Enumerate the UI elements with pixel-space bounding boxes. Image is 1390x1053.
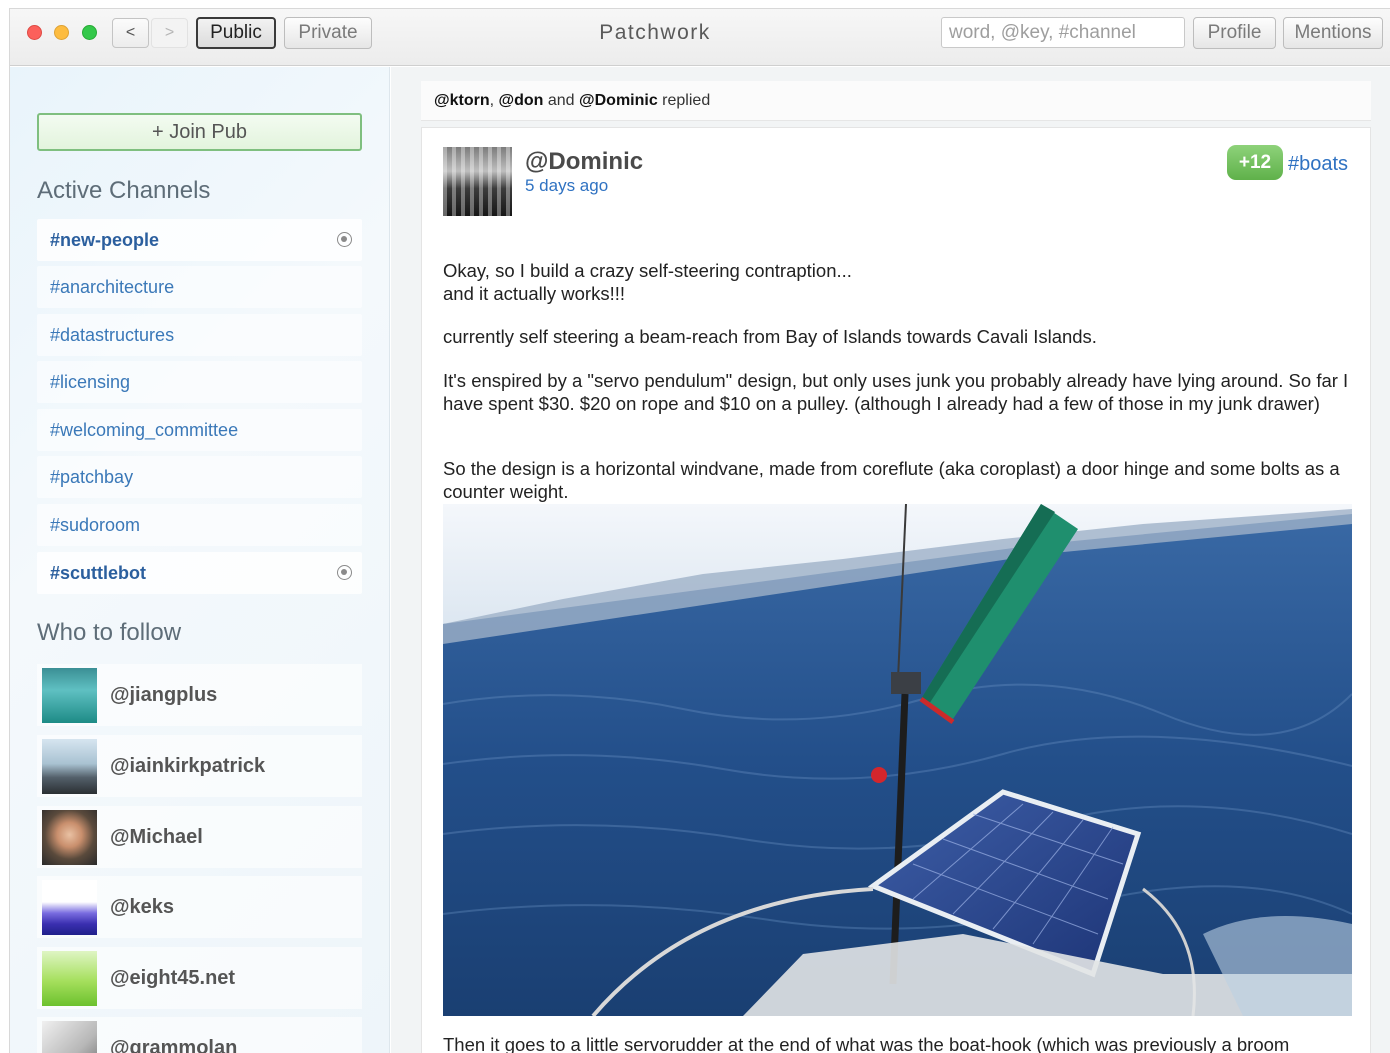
post-photo[interactable]: [443, 504, 1352, 1016]
post-paragraph: It's enspired by a "servo pendulum" desi…: [443, 370, 1349, 414]
sidebar-channel-datastructures[interactable]: #datastructures: [37, 314, 362, 356]
avatar[interactable]: [42, 810, 97, 865]
channel-label: #new-people: [50, 230, 160, 250]
channel-label: #anarchitecture: [50, 277, 175, 297]
follow-suggestion[interactable]: @iainkirkpatrick: [37, 735, 362, 797]
post-channel-link[interactable]: #boats: [1288, 153, 1348, 176]
post-line: and it actually works!!!: [443, 283, 625, 304]
avatar[interactable]: [42, 951, 97, 1006]
follow-suggestion[interactable]: @eight45.net: [37, 947, 362, 1009]
follow-name[interactable]: @keks: [110, 876, 174, 938]
maximize-window-button[interactable]: [82, 25, 97, 40]
sidebar-channel-anarchitecture[interactable]: #anarchitecture: [37, 266, 362, 308]
follow-name[interactable]: @Michael: [110, 806, 203, 868]
channel-label: #datastructures: [50, 325, 175, 345]
sidebar-channel-scuttlebot[interactable]: #scuttlebot: [37, 552, 362, 594]
notice-user[interactable]: @Dominic: [579, 92, 658, 109]
vote-count-badge[interactable]: +12: [1227, 145, 1283, 180]
profile-button[interactable]: Profile: [1193, 17, 1276, 49]
post-author[interactable]: @Dominic: [525, 148, 643, 176]
follow-name[interactable]: @jiangplus: [110, 664, 217, 726]
post-paragraph: So the design is a horizontal windvane, …: [443, 458, 1340, 502]
search-input[interactable]: [941, 17, 1185, 48]
sidebar-channel-welcoming-committee[interactable]: #welcoming_committee: [37, 409, 362, 451]
feed: @ktorn, @don and @Dominic replied @Domin…: [391, 67, 1390, 1053]
sidebar-channel-sudoroom[interactable]: #sudoroom: [37, 504, 362, 546]
minimize-window-button[interactable]: [54, 25, 69, 40]
sidebar: + Join Pub Active Channels #new-people #…: [10, 67, 390, 1053]
channel-label: #patchbay: [50, 467, 134, 487]
notice-user[interactable]: @don: [499, 92, 544, 109]
join-pub-button[interactable]: + Join Pub: [37, 113, 362, 151]
app-title: Patchwork: [599, 21, 711, 44]
follow-suggestion[interactable]: @grammolan: [37, 1017, 362, 1053]
sidebar-channel-patchbay[interactable]: #patchbay: [37, 456, 362, 498]
pinned-radio-icon[interactable]: [337, 565, 352, 580]
notice-user[interactable]: @ktorn: [434, 92, 490, 109]
channel-label: #licensing: [50, 372, 131, 392]
author-avatar[interactable]: [443, 147, 512, 216]
post-card: @Dominic 5 days ago +12 #boats Okay, so …: [421, 127, 1371, 1053]
app-window: < > Public Private Patchwork Profile Men…: [9, 8, 1390, 1053]
sidebar-channel-new-people[interactable]: #new-people: [37, 219, 362, 261]
toolbar: < > Public Private Patchwork Profile Men…: [10, 9, 1390, 66]
notice-separator: ,: [489, 92, 499, 109]
follow-name[interactable]: @iainkirkpatrick: [110, 735, 265, 797]
who-to-follow-title: Who to follow: [37, 619, 182, 646]
avatar[interactable]: [42, 668, 97, 723]
reply-notice[interactable]: @ktorn, @don and @Dominic replied: [421, 81, 1371, 121]
follow-suggestion[interactable]: @jiangplus: [37, 664, 362, 726]
private-tab-button[interactable]: Private: [284, 17, 372, 49]
post-paragraph: Okay, so I build a crazy self-steering c…: [443, 259, 1353, 305]
avatar[interactable]: [42, 1021, 97, 1053]
sidebar-channel-licensing[interactable]: #licensing: [37, 361, 362, 403]
close-window-button[interactable]: [27, 25, 42, 40]
forward-button[interactable]: >: [151, 18, 188, 48]
follow-name[interactable]: @eight45.net: [110, 947, 235, 1009]
channel-label: #sudoroom: [50, 515, 141, 535]
follow-suggestion[interactable]: @Michael: [37, 806, 362, 868]
notice-separator: and: [543, 92, 580, 109]
mentions-button[interactable]: Mentions: [1283, 17, 1383, 49]
sea-windvane-photo: [443, 504, 1352, 1016]
post-paragraph: Then it goes to a little servorudder at …: [443, 1034, 1290, 1053]
post-line: Okay, so I build a crazy self-steering c…: [443, 260, 852, 281]
notice-suffix: replied: [657, 92, 711, 109]
post-timestamp[interactable]: 5 days ago: [525, 176, 608, 196]
public-tab-button[interactable]: Public: [196, 17, 276, 49]
channel-label: #scuttlebot: [50, 563, 147, 583]
pinned-radio-icon[interactable]: [337, 232, 352, 247]
follow-suggestion[interactable]: @keks: [37, 876, 362, 938]
channel-label: #welcoming_committee: [50, 420, 239, 440]
follow-name[interactable]: @grammolan: [110, 1017, 237, 1053]
avatar[interactable]: [42, 739, 97, 794]
active-channels-title: Active Channels: [37, 177, 211, 204]
avatar[interactable]: [42, 880, 97, 935]
back-button[interactable]: <: [112, 18, 149, 48]
post-paragraph: currently self steering a beam-reach fro…: [443, 326, 1097, 347]
